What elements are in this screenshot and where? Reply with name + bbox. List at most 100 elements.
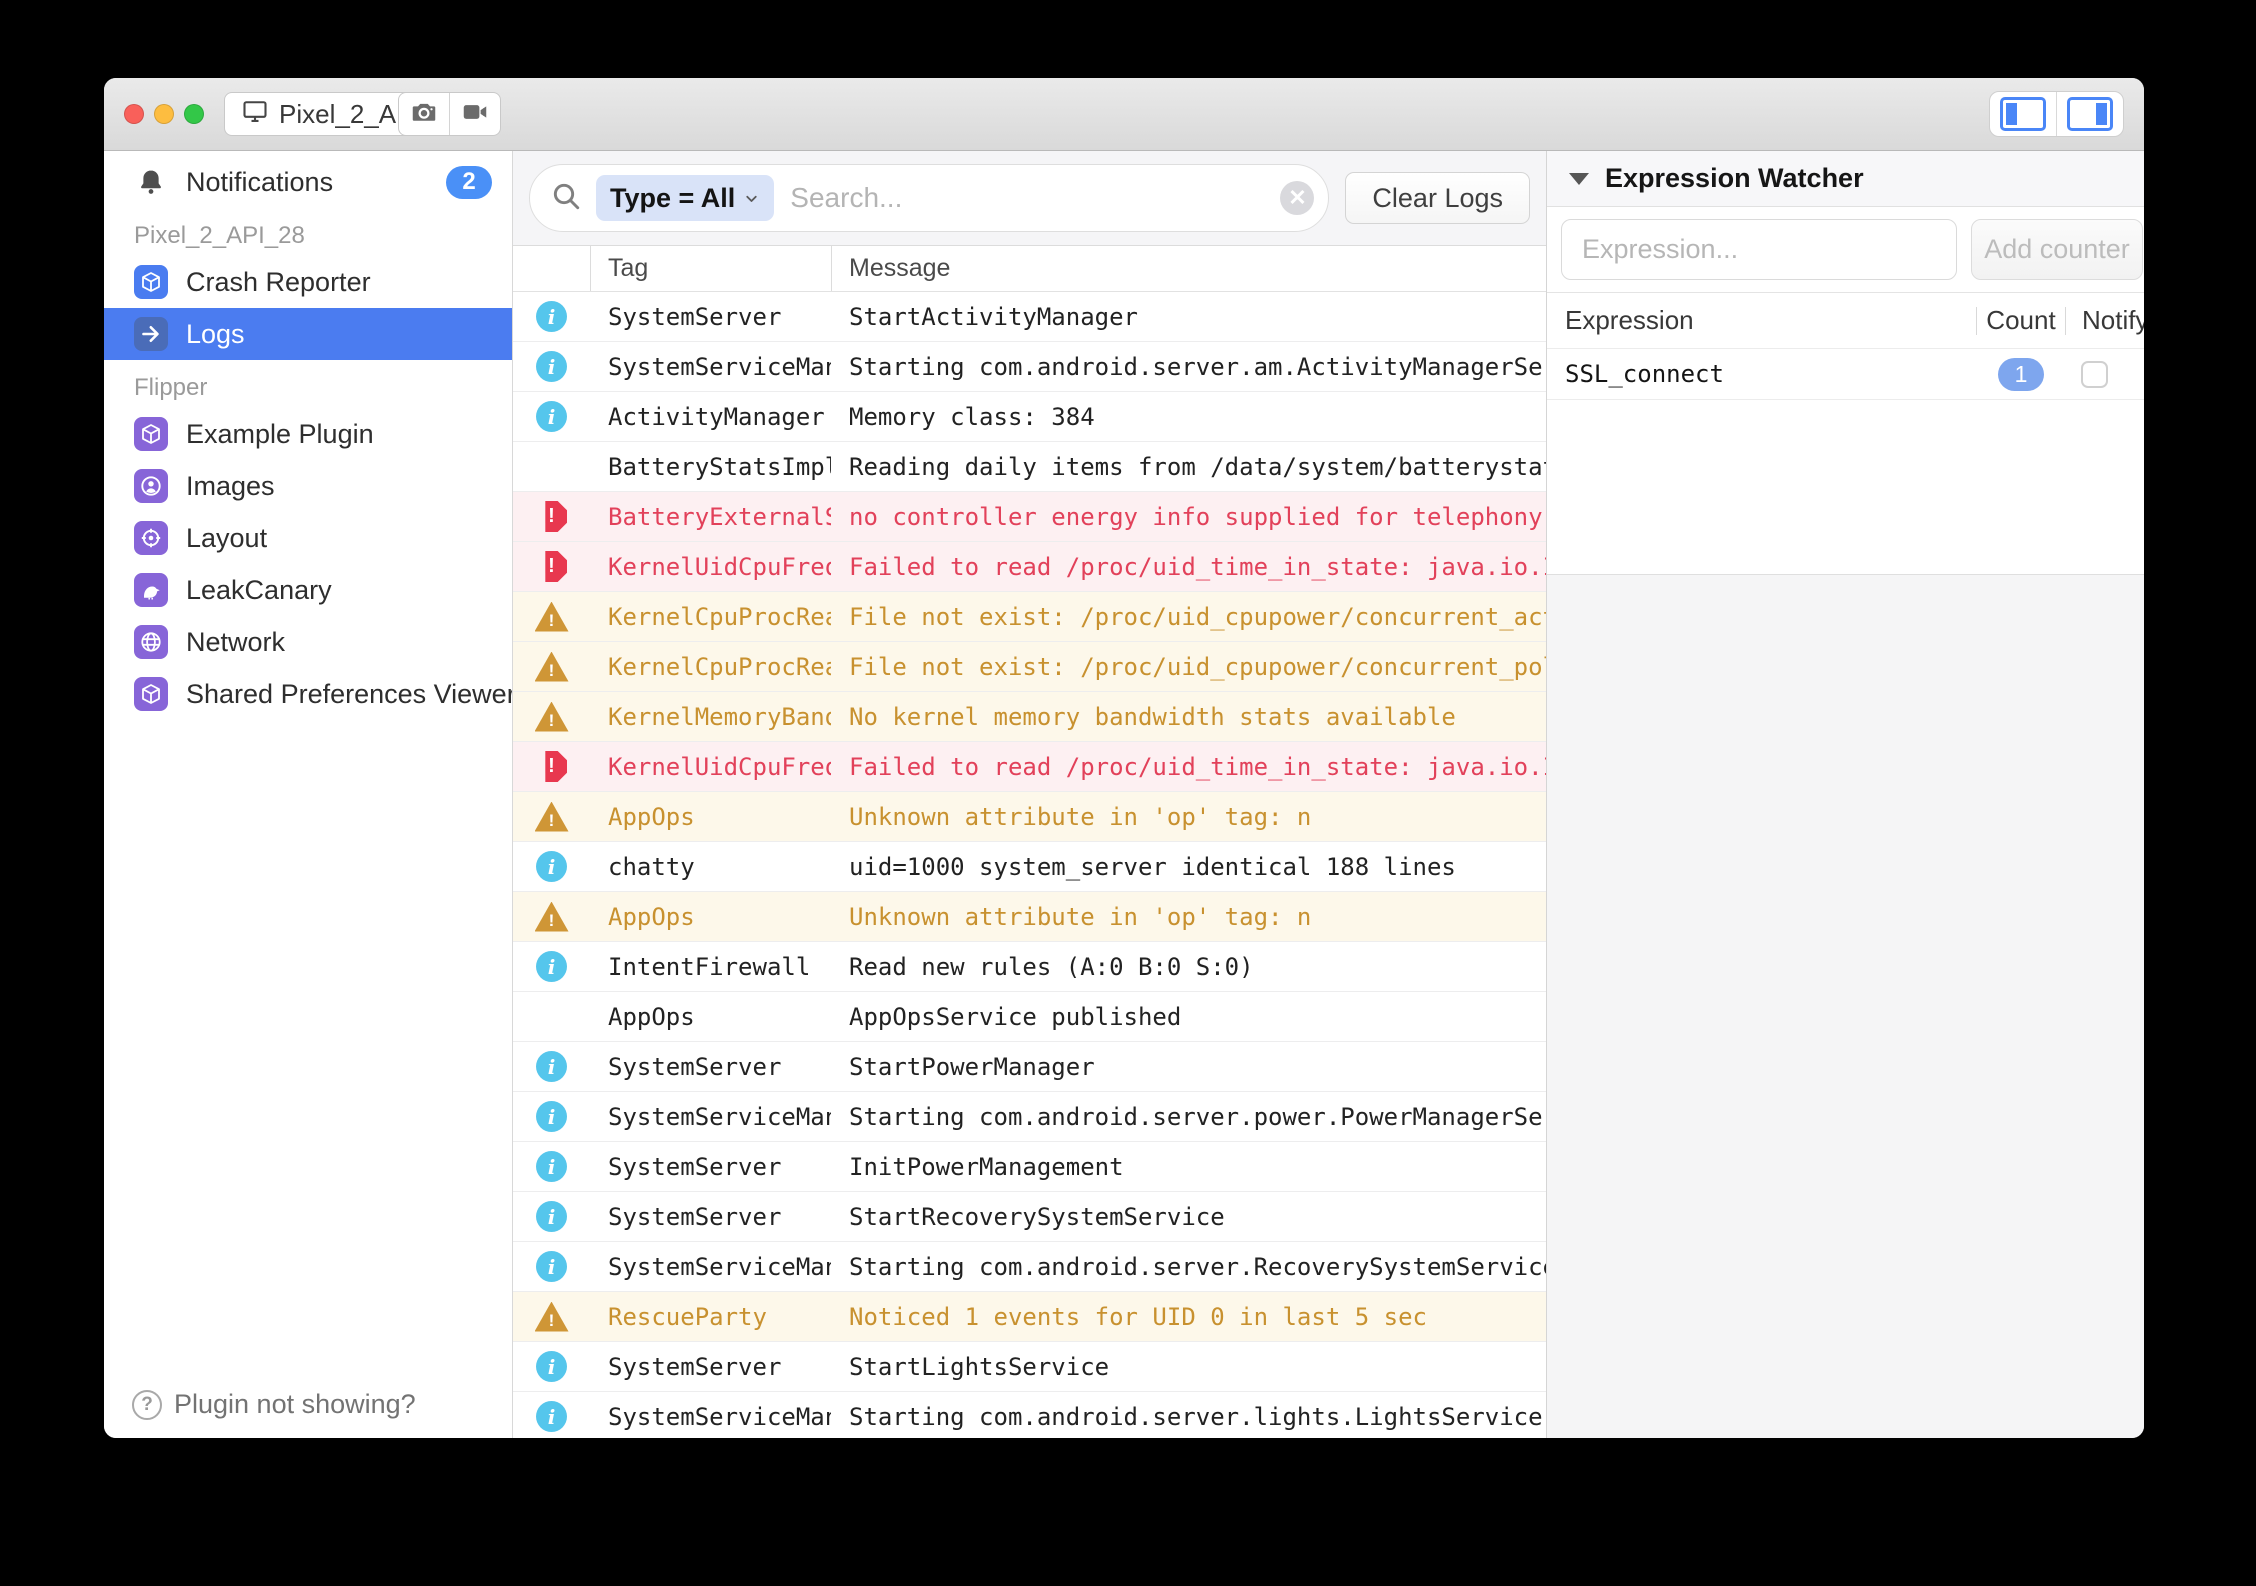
sidebar-item-logs[interactable]: Logs <box>104 308 512 360</box>
column-header-notify[interactable]: Notify <box>2065 307 2144 335</box>
log-tag-cell: SystemServer <box>590 1153 831 1181</box>
cube-icon <box>134 417 168 451</box>
log-tag-cell: SystemServiceManager <box>590 1253 831 1281</box>
column-header-message[interactable]: Message <box>831 246 1546 291</box>
column-header-expression[interactable]: Expression <box>1547 305 1976 336</box>
log-level-cell: i <box>513 1051 590 1082</box>
watcher-body: Add counter Expression Count Notify SSL_… <box>1547 207 2144 575</box>
log-row[interactable]: !KernelCpuProcReaderFile not exist: /pro… <box>513 592 1546 642</box>
clear-logs-button[interactable]: Clear Logs <box>1345 172 1530 224</box>
log-row[interactable]: BatteryStatsImplReading daily items from… <box>513 442 1546 492</box>
info-icon: i <box>536 951 567 982</box>
zoom-window-button[interactable] <box>184 104 204 124</box>
log-row[interactable]: iActivityManagerMemory class: 384 <box>513 392 1546 442</box>
log-row[interactable]: !RescuePartyNoticed 1 events for UID 0 i… <box>513 1292 1546 1342</box>
log-tag-cell: SystemServiceManager <box>590 1403 831 1431</box>
sidebar-section-label: Flipper <box>104 360 512 408</box>
search-box[interactable]: Type = All ✕ <box>529 164 1329 232</box>
log-row[interactable]: ! KernelCpuProcReaderFile not exist: /pro… <box>513 642 1546 692</box>
log-message-cell: StartLightsService <box>831 1353 1546 1381</box>
log-message-cell: Read new rules (A:0 B:0 S:0) <box>831 953 1546 981</box>
log-tag-cell: KernelCpuProcReader <box>590 653 831 681</box>
log-tag-cell: KernelUidCpuFreqTimeReader <box>590 753 831 781</box>
type-filter-chip[interactable]: Type = All <box>596 175 774 221</box>
log-row[interactable]: !KernelMemoryBandwidthStatsNo kernel mem… <box>513 692 1546 742</box>
user-circle-icon <box>134 469 168 503</box>
log-row[interactable]: iSystemServiceManagerStarting com.androi… <box>513 1242 1546 1292</box>
plugin-help-link[interactable]: ? Plugin not showing? <box>132 1389 416 1420</box>
log-row[interactable]: AppOpsAppOpsService published <box>513 992 1546 1042</box>
log-message-cell: File not exist: /proc/uid_cpupower/concu… <box>831 603 1546 631</box>
log-level-cell: i <box>513 1351 590 1382</box>
log-row[interactable]: !AppOpsUnknown attribute in 'op' tag: n <box>513 792 1546 842</box>
sidebar-item-notifications[interactable]: Notifications 2 <box>104 156 512 208</box>
watcher-expression-cell: SSL_connect <box>1547 360 1977 388</box>
log-row[interactable]: iSystemServerStartPowerManager <box>513 1042 1546 1092</box>
question-mark-icon: ? <box>132 1390 162 1420</box>
notify-checkbox[interactable] <box>2081 361 2108 388</box>
info-icon: i <box>536 1351 567 1382</box>
column-header-tag[interactable]: Tag <box>590 246 831 291</box>
log-row[interactable]: ! KernelUidCpuFreqTimeReaderFailed to rea… <box>513 742 1546 792</box>
sidebar-item-network[interactable]: Network <box>104 616 512 668</box>
log-row[interactable]: !KernelUidCpuFreqTimeReaderFailed to rea… <box>513 542 1546 592</box>
log-message-cell: Failed to read /proc/uid_time_in_state: … <box>831 753 1546 781</box>
log-row[interactable]: iSystemServiceManagerStarting com.androi… <box>513 1392 1546 1438</box>
logs-pane: Type = All ✕ Clear Logs Tag Message iSys… <box>513 151 1547 1438</box>
log-level-cell: ! <box>513 902 590 932</box>
log-row[interactable]: i SystemServerStartLightsService <box>513 1342 1546 1392</box>
log-level-cell: i <box>513 1151 590 1182</box>
log-row[interactable]: ichattyuid=1000 system_server identical … <box>513 842 1546 892</box>
add-counter-button[interactable]: Add counter <box>1971 219 2143 280</box>
sidebar-item-shared-preferences-viewer[interactable]: Shared Preferences Viewer <box>104 668 512 720</box>
sidebar-item-label: Images <box>186 471 275 502</box>
log-table-header: Tag Message <box>513 246 1546 292</box>
info-icon: i <box>536 1251 567 1282</box>
column-header-count[interactable]: Count <box>1976 307 2065 335</box>
log-message-cell: Unknown attribute in 'op' tag: n <box>831 903 1546 931</box>
expression-input[interactable] <box>1561 219 1957 280</box>
warning-icon: ! <box>535 1302 569 1332</box>
toggle-right-sidebar-button[interactable] <box>2056 92 2123 136</box>
minimize-window-button[interactable] <box>154 104 174 124</box>
screen-record-button[interactable] <box>449 93 500 135</box>
toggle-left-sidebar-button[interactable] <box>1990 92 2056 136</box>
log-tag-cell: chatty <box>590 853 831 881</box>
watcher-input-row: Add counter <box>1547 207 2144 293</box>
sidebar-item-crash-reporter[interactable]: Crash Reporter <box>104 256 512 308</box>
info-icon: i <box>536 1051 567 1082</box>
log-row[interactable]: !BatteryExternalStatsWorkerno controller… <box>513 492 1546 542</box>
log-row[interactable]: iSystemServiceManagerStarting com.androi… <box>513 342 1546 392</box>
error-icon: ! <box>536 751 567 782</box>
log-message-cell: No kernel memory bandwidth stats availab… <box>831 703 1546 731</box>
cube-icon <box>134 265 168 299</box>
watcher-row[interactable]: SSL_connect1 <box>1547 349 2144 400</box>
log-row[interactable]: iIntentFirewallRead new rules (A:0 B:0 S… <box>513 942 1546 992</box>
watcher-header[interactable]: Expression Watcher <box>1547 151 2144 207</box>
log-row[interactable]: iSystemServerStartActivityManager <box>513 292 1546 342</box>
close-window-button[interactable] <box>124 104 144 124</box>
log-row[interactable]: iSystemServiceManagerStarting com.androi… <box>513 1092 1546 1142</box>
log-tag-cell: SystemServer <box>590 303 831 331</box>
log-level-cell: i <box>513 851 590 882</box>
screenshot-button[interactable] <box>399 93 449 135</box>
log-row[interactable]: !AppOpsUnknown attribute in 'op' tag: n <box>513 892 1546 942</box>
warning-icon: ! <box>535 602 569 632</box>
target-icon <box>134 521 168 555</box>
sidebar-item-images[interactable]: Images <box>104 460 512 512</box>
warning-icon: ! <box>535 652 569 682</box>
log-tag-cell: SystemServer <box>590 1353 831 1381</box>
watcher-rows: SSL_connect1 <box>1547 349 2144 400</box>
sidebar-item-example-plugin[interactable]: Example Plugin <box>104 408 512 460</box>
log-tag-cell: SystemServiceManager <box>590 353 831 381</box>
sidebar-item-leakcanary[interactable]: LeakCanary <box>104 564 512 616</box>
log-row[interactable]: iSystemServerInitPowerManagement <box>513 1142 1546 1192</box>
capture-buttons <box>398 92 501 136</box>
clear-search-icon[interactable]: ✕ <box>1280 181 1314 215</box>
log-message-cell: File not exist: /proc/uid_cpupower/concu… <box>831 653 1546 681</box>
log-message-cell: Starting com.android.server.lights.Light… <box>831 1403 1546 1431</box>
sidebar-item-layout[interactable]: Layout <box>104 512 512 564</box>
search-input[interactable] <box>788 181 1266 215</box>
log-row[interactable]: iSystemServerStartRecoverySystemService <box>513 1192 1546 1242</box>
log-message-cell: InitPowerManagement <box>831 1153 1546 1181</box>
